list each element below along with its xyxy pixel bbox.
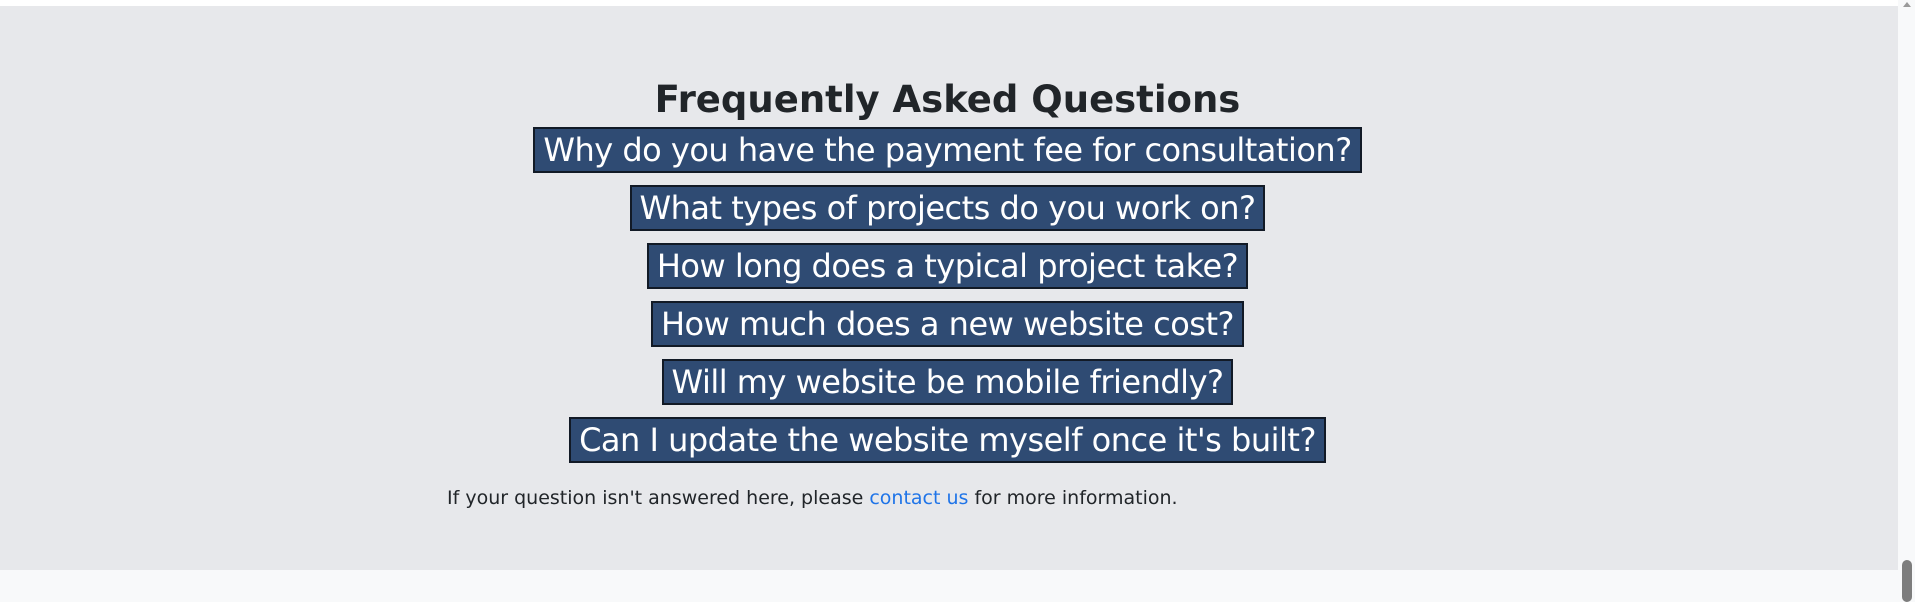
faq-question-project-duration[interactable]: How long does a typical project take? <box>646 243 1249 289</box>
vertical-scrollbar[interactable] <box>1898 0 1915 602</box>
faq-title: Frequently Asked Questions <box>654 78 1241 121</box>
faq-question-self-update[interactable]: Can I update the website myself once it'… <box>569 417 1326 463</box>
faq-note-suffix: for more information. <box>968 487 1178 509</box>
faq-question-payment-fee[interactable]: Why do you have the payment fee for cons… <box>533 127 1362 173</box>
faq-contact-note: If your question isn't answered here, pl… <box>447 484 1178 512</box>
faq-section: Frequently Asked Questions Why do you ha… <box>0 6 1898 570</box>
faq-question-website-cost[interactable]: How much does a new website cost? <box>650 301 1244 347</box>
page: Frequently Asked Questions Why do you ha… <box>0 0 1915 602</box>
faq-list: Why do you have the payment fee for cons… <box>0 127 1895 475</box>
scrollbar-thumb[interactable] <box>1902 560 1912 602</box>
scroll-up-arrow-icon[interactable] <box>1903 2 1911 7</box>
faq-question-mobile-friendly[interactable]: Will my website be mobile friendly? <box>661 359 1234 405</box>
contact-us-link[interactable]: contact us <box>869 487 968 509</box>
faq-question-project-types[interactable]: What types of projects do you work on? <box>629 185 1266 231</box>
faq-note-prefix: If your question isn't answered here, pl… <box>447 487 870 509</box>
